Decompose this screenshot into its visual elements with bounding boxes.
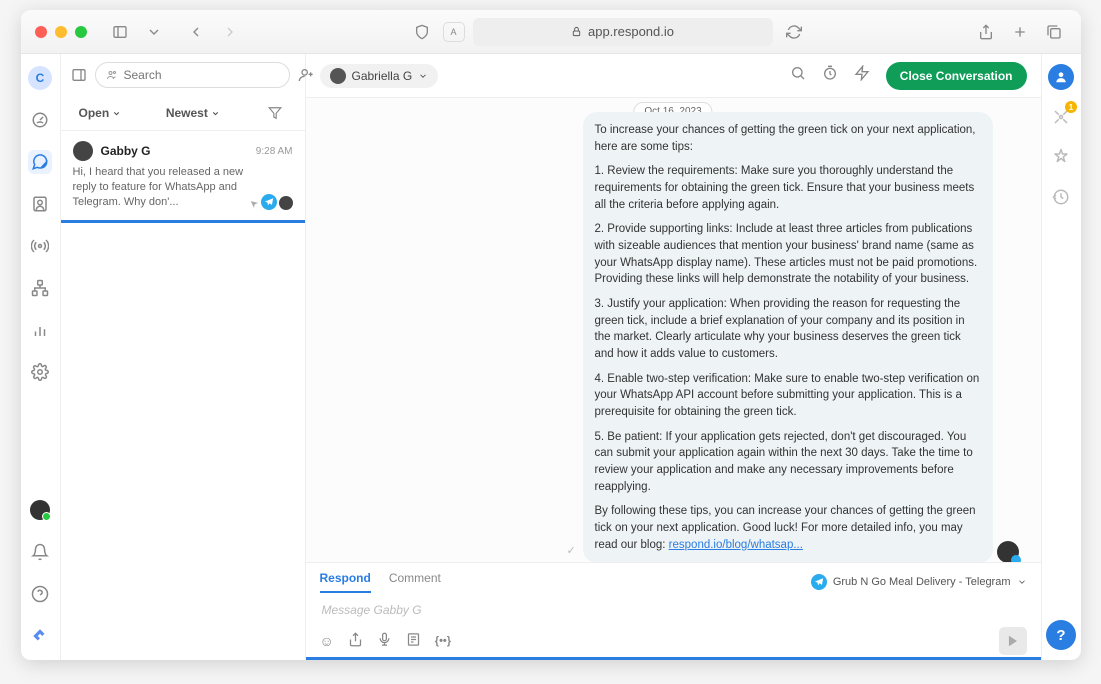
lock-icon — [571, 26, 582, 37]
contact-details-icon[interactable] — [1048, 64, 1074, 90]
chevron-down-icon — [418, 71, 428, 81]
attach-icon[interactable] — [348, 632, 363, 650]
channel-selector[interactable]: Grub N Go Meal Delivery - Telegram — [809, 574, 1027, 590]
channels-icon[interactable]: 1 — [1048, 104, 1074, 130]
chevron-down-icon — [211, 109, 220, 118]
telegram-icon — [811, 574, 827, 590]
snooze-icon[interactable] — [822, 65, 838, 86]
voice-icon[interactable] — [377, 632, 392, 650]
left-nav-rail: C — [21, 54, 61, 660]
notifications-icon[interactable] — [28, 540, 52, 564]
assignee-avatar — [279, 196, 293, 210]
agent-avatar — [997, 541, 1019, 562]
message-input[interactable] — [320, 593, 1027, 627]
contact-name: Gabby G — [101, 144, 248, 158]
activities-icon[interactable] — [1048, 144, 1074, 170]
bolt-icon[interactable] — [854, 65, 870, 86]
assignee-name: Gabriella G — [352, 69, 413, 83]
messages-icon[interactable] — [28, 150, 52, 174]
compose-area: Respond Comment Grub N Go Meal Delivery … — [306, 562, 1041, 660]
outgoing-message: ✓ To increase your chances of getting th… — [583, 112, 993, 562]
tab-comment[interactable]: Comment — [389, 571, 441, 593]
message-list[interactable]: Oct 16, 2023 ✓ To increase your chances … — [306, 98, 1041, 562]
assignee-avatar — [330, 68, 346, 84]
new-tab-icon[interactable] — [1007, 19, 1033, 45]
assignee-selector[interactable]: Gabriella G — [320, 64, 439, 88]
fullscreen-window-button[interactable] — [75, 26, 87, 38]
contact-avatar — [73, 141, 93, 161]
history-icon[interactable] — [1048, 184, 1074, 210]
search-input[interactable] — [124, 68, 279, 82]
close-conversation-button[interactable]: Close Conversation — [886, 62, 1027, 90]
chevron-down-icon — [112, 109, 121, 118]
tab-respond[interactable]: Respond — [320, 571, 371, 593]
url-text: app.respond.io — [588, 24, 674, 39]
settings-icon[interactable] — [28, 360, 52, 384]
snippet-icon[interactable] — [406, 632, 421, 650]
blog-link[interactable]: respond.io/blog/whatsap... — [669, 539, 803, 551]
badge: 1 — [1065, 101, 1077, 113]
progress-indicator — [306, 657, 1041, 660]
people-icon — [106, 69, 118, 81]
minimize-window-button[interactable] — [55, 26, 67, 38]
search-input-wrapper[interactable] — [95, 62, 290, 88]
contacts-icon[interactable] — [28, 192, 52, 216]
chat-panel: Gabriella G Close Conversation Oct 16, 2… — [306, 54, 1041, 660]
window-controls — [35, 26, 87, 38]
text-size-icon[interactable]: A — [443, 22, 465, 42]
emoji-icon[interactable]: ☺ — [320, 633, 334, 649]
reports-icon[interactable] — [28, 318, 52, 342]
conversation-item[interactable]: Gabby G 9:28 AM Hi, I heard that you rel… — [61, 131, 305, 223]
app-window: A app.respond.io C — [21, 10, 1081, 660]
search-icon[interactable] — [790, 65, 806, 86]
broadcast-icon[interactable] — [28, 234, 52, 258]
inbox-panel: Open Newest Gabby G 9:28 AM Hi, I heard … — [61, 54, 306, 660]
tabs-overview-icon[interactable] — [1041, 19, 1067, 45]
send-button[interactable] — [999, 627, 1027, 655]
conversation-time: 9:28 AM — [256, 146, 293, 157]
dashboard-icon[interactable] — [28, 108, 52, 132]
help-icon[interactable] — [28, 582, 52, 606]
reload-icon[interactable] — [781, 19, 807, 45]
conversation-preview: Hi, I heard that you released a new repl… — [73, 165, 293, 210]
chevron-down-icon — [1017, 577, 1027, 587]
close-window-button[interactable] — [35, 26, 47, 38]
telegram-icon — [261, 194, 277, 210]
status-filter[interactable]: Open — [79, 106, 122, 120]
delivered-icon: ✓ — [567, 544, 576, 560]
forward-button[interactable] — [217, 19, 243, 45]
back-button[interactable] — [183, 19, 209, 45]
chevron-down-icon[interactable] — [141, 19, 167, 45]
workspace-avatar[interactable]: C — [28, 66, 52, 90]
shield-icon[interactable] — [409, 19, 435, 45]
filter-icon[interactable] — [264, 102, 286, 124]
panel-toggle-icon[interactable] — [71, 64, 87, 86]
address-bar[interactable]: app.respond.io — [473, 18, 773, 46]
share-icon[interactable] — [973, 19, 999, 45]
right-rail: 1 ? — [1041, 54, 1081, 660]
workflows-icon[interactable] — [28, 276, 52, 300]
help-fab[interactable]: ? — [1046, 620, 1076, 650]
sort-filter[interactable]: Newest — [166, 106, 220, 120]
brand-icon[interactable] — [28, 624, 52, 648]
sidebar-toggle-icon[interactable] — [107, 19, 133, 45]
variable-icon[interactable]: {••} — [435, 635, 451, 647]
user-avatar[interactable] — [28, 498, 52, 522]
browser-titlebar: A app.respond.io — [21, 10, 1081, 54]
